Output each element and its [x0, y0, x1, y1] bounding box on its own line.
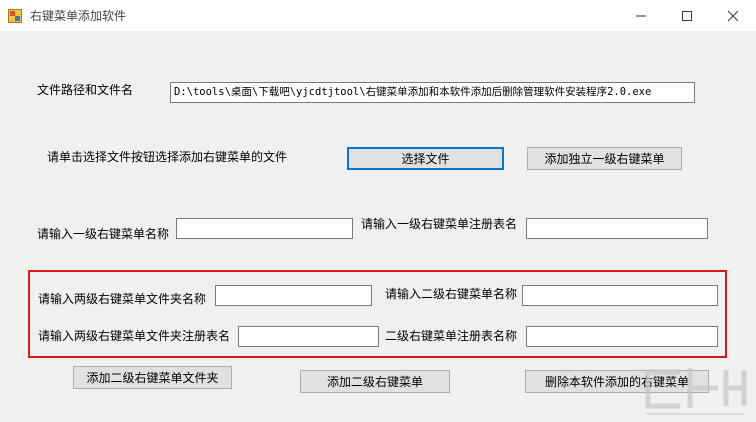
maximize-icon — [682, 10, 692, 21]
level2-folder-name-label: 请输入两级右键菜单文件夹名称 — [38, 292, 207, 306]
file-path-field[interactable]: D:\tools\桌面\下载吧\yjcdtjtool\右键菜单添加和本软件添加后… — [170, 82, 695, 103]
level2-folder-name-field[interactable] — [215, 285, 372, 306]
close-icon — [728, 10, 738, 21]
level2-folder-registry-field[interactable] — [238, 326, 379, 347]
add-submenu-button[interactable]: 添加二级右键菜单 — [300, 370, 450, 393]
select-file-button[interactable]: 选择文件 — [347, 147, 504, 170]
level1-name-label: 请输入一级右键菜单名称 — [37, 227, 170, 241]
title-bar[interactable]: 右键菜单添加软件 — [0, 0, 756, 31]
minimize-button[interactable] — [618, 0, 664, 31]
window-title: 右键菜单添加软件 — [30, 9, 127, 23]
select-file-hint: 请单击选择文件按钮选择添加右键菜单的文件 — [47, 150, 288, 164]
add-standalone-menu-button[interactable]: 添加独立一级右键菜单 — [527, 147, 682, 170]
app-icon — [8, 8, 22, 23]
maximize-button[interactable] — [664, 0, 710, 31]
level2-folder-registry-label: 请输入两级右键菜单文件夹注册表名 — [38, 329, 231, 343]
add-submenu-folder-button[interactable]: 添加二级右键菜单文件夹 — [73, 366, 232, 389]
level2-submenu-name-field[interactable] — [522, 285, 718, 306]
delete-added-menus-button[interactable]: 删除本软件添加的右键菜单 — [525, 370, 709, 393]
close-button[interactable] — [710, 0, 756, 31]
minimize-icon — [636, 11, 646, 21]
level1-registry-label: 请输入一级右键菜单注册表名 — [361, 217, 518, 231]
level2-submenu-registry-field[interactable] — [526, 326, 718, 347]
level1-registry-field[interactable] — [526, 218, 708, 239]
level2-submenu-registry-label: 二级右键菜单注册表名称 — [385, 329, 518, 343]
file-path-label: 文件路径和文件名 — [37, 83, 134, 97]
level2-submenu-name-label: 请输入二级右键菜单名称 — [385, 287, 518, 301]
level1-name-field[interactable] — [176, 218, 353, 239]
main-window: 右键菜单添加软件 文件路径和文件名 D:\tools\桌面\下载吧\yjcdtj… — [0, 0, 756, 422]
